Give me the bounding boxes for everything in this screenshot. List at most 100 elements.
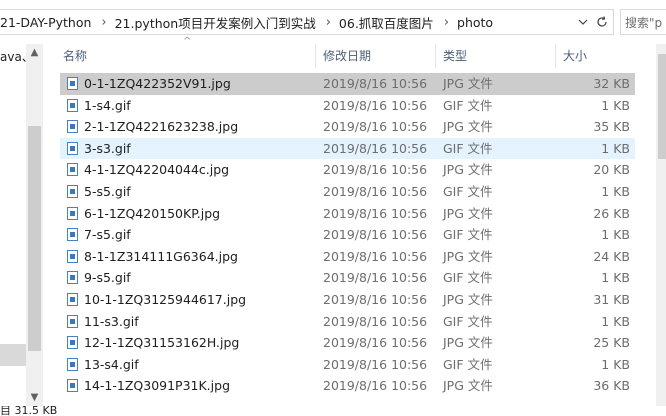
column-name[interactable]: 名称 bbox=[63, 44, 87, 68]
image-file-icon bbox=[67, 228, 78, 242]
image-file-icon bbox=[67, 77, 78, 90]
image-file-icon bbox=[67, 314, 78, 328]
file-name: 6-1-1ZQ420150KP.jpg bbox=[84, 205, 221, 221]
file-size: 32 KB bbox=[593, 76, 630, 91]
column-divider[interactable] bbox=[435, 44, 436, 68]
nav-selected-item[interactable] bbox=[0, 344, 26, 366]
file-row[interactable]: 1-s4.gif 2019/8/16 10:56 GIF 文件 1 KB bbox=[60, 95, 635, 117]
file-row[interactable]: 4-1-1ZQ42204044c.jpg 2019/8/16 10:56 JPG… bbox=[60, 159, 635, 181]
file-row[interactable]: 2-1-1ZQ4221623238.jpg 2019/8/16 10:56 JP… bbox=[60, 116, 635, 138]
status-bar: 目 31.5 KB bbox=[0, 406, 58, 416]
scroll-thumb[interactable] bbox=[658, 54, 666, 159]
file-name: 4-1-1ZQ42204044c.jpg bbox=[84, 162, 230, 178]
file-size: 20 KB bbox=[593, 162, 630, 178]
scroll-up-icon[interactable]: ▲ bbox=[26, 44, 43, 61]
column-divider[interactable] bbox=[315, 44, 316, 68]
navigation-pane: ava、 ▲ ▼ bbox=[0, 44, 45, 406]
file-row[interactable]: 14-1-1ZQ3091P31K.jpg 2019/8/16 10:56 JPG… bbox=[60, 375, 635, 397]
chevron-right-icon[interactable]: › bbox=[436, 15, 457, 30]
file-type: JPG 文件 bbox=[443, 378, 493, 394]
chevron-right-icon[interactable]: › bbox=[93, 15, 114, 30]
image-file-icon bbox=[67, 271, 78, 285]
column-divider[interactable] bbox=[555, 44, 556, 68]
file-type: JPG 文件 bbox=[443, 335, 493, 351]
file-size: 36 KB bbox=[593, 378, 630, 394]
file-list: 0-1-1ZQ422352V91.jpg 2019/8/16 10:56 JPG… bbox=[60, 73, 635, 397]
file-size: 25 KB bbox=[593, 335, 630, 351]
file-date: 2019/8/16 10:56 bbox=[323, 313, 428, 329]
file-name: 13-s4.gif bbox=[84, 356, 139, 372]
file-size: 24 KB bbox=[593, 248, 630, 264]
file-name: 5-s5.gif bbox=[84, 183, 131, 199]
file-row[interactable]: 3-s3.gif 2019/8/16 10:56 GIF 文件 1 KB bbox=[60, 137, 635, 160]
file-type: GIF 文件 bbox=[443, 183, 493, 199]
column-header: ^ 名称 修改日期 类型 大小 bbox=[52, 36, 656, 68]
file-size: 1 KB bbox=[601, 227, 630, 243]
refresh-icon[interactable] bbox=[593, 9, 611, 35]
chevron-right-icon[interactable]: › bbox=[318, 15, 339, 30]
file-list-scrollbar[interactable] bbox=[656, 44, 666, 406]
file-date: 2019/8/16 10:56 bbox=[323, 162, 428, 178]
address-bar: 21-DAY-Python › 21.python项目开发案例入门到实战 › 0… bbox=[0, 0, 666, 44]
file-row[interactable]: 13-s4.gif 2019/8/16 10:56 GIF 文件 1 KB bbox=[60, 354, 635, 376]
file-row[interactable]: 6-1-1ZQ420150KP.jpg 2019/8/16 10:56 JPG … bbox=[60, 203, 635, 225]
image-file-icon bbox=[67, 292, 78, 306]
breadcrumb-item[interactable]: photo bbox=[457, 15, 495, 30]
column-size[interactable]: 大小 bbox=[563, 44, 587, 68]
file-type: GIF 文件 bbox=[443, 313, 493, 329]
file-row[interactable]: 12-1-1ZQ31153162H.jpg 2019/8/16 10:56 JP… bbox=[60, 332, 635, 354]
file-date: 2019/8/16 10:56 bbox=[323, 205, 428, 221]
file-type: JPG 文件 bbox=[443, 119, 493, 135]
file-date: 2019/8/16 10:56 bbox=[323, 227, 428, 243]
file-row[interactable]: 11-s3.gif 2019/8/16 10:56 GIF 文件 1 KB bbox=[60, 311, 635, 333]
file-name: 10-1-1ZQ3125944617.jpg bbox=[84, 291, 247, 307]
file-name: 12-1-1ZQ31153162H.jpg bbox=[84, 335, 240, 351]
image-file-icon bbox=[67, 357, 78, 371]
file-size: 1 KB bbox=[601, 270, 630, 286]
file-size: 35 KB bbox=[593, 119, 630, 135]
file-size: 1 KB bbox=[601, 140, 630, 156]
search-input[interactable]: 搜索"p bbox=[620, 9, 666, 35]
sort-ascending-icon: ^ bbox=[183, 36, 192, 47]
image-file-icon bbox=[67, 379, 78, 393]
file-row[interactable]: 7-s5.gif 2019/8/16 10:56 GIF 文件 1 KB bbox=[60, 224, 635, 246]
file-type: JPG 文件 bbox=[443, 248, 493, 264]
chevron-down-icon[interactable] bbox=[574, 9, 592, 35]
file-size: 1 KB bbox=[601, 97, 630, 113]
image-file-icon bbox=[67, 336, 78, 350]
file-row[interactable]: 8-1-1Z314111G6364.jpg 2019/8/16 10:56 JP… bbox=[60, 246, 635, 268]
file-date: 2019/8/16 10:56 bbox=[323, 248, 428, 264]
file-name: 9-s5.gif bbox=[84, 270, 131, 286]
file-date: 2019/8/16 10:56 bbox=[323, 119, 428, 135]
file-row[interactable]: 10-1-1ZQ3125944617.jpg 2019/8/16 10:56 J… bbox=[60, 289, 635, 311]
file-type: JPG 文件 bbox=[443, 291, 493, 307]
file-date: 2019/8/16 10:56 bbox=[323, 356, 428, 372]
breadcrumb-item[interactable]: 06.抓取百度图片 bbox=[339, 13, 436, 32]
image-file-icon bbox=[67, 163, 78, 177]
file-size: 1 KB bbox=[601, 183, 630, 199]
file-row[interactable]: 5-s5.gif 2019/8/16 10:56 GIF 文件 1 KB bbox=[60, 181, 635, 203]
file-type: JPG 文件 bbox=[443, 76, 493, 91]
nav-scroll-thumb[interactable] bbox=[28, 126, 41, 351]
image-file-icon bbox=[67, 206, 78, 220]
file-type: GIF 文件 bbox=[443, 97, 493, 113]
file-size: 31 KB bbox=[593, 291, 630, 307]
file-row[interactable]: 0-1-1ZQ422352V91.jpg 2019/8/16 10:56 JPG… bbox=[60, 73, 635, 95]
file-name: 0-1-1ZQ422352V91.jpg bbox=[84, 76, 231, 91]
image-file-icon bbox=[67, 98, 78, 112]
file-type: JPG 文件 bbox=[443, 205, 493, 221]
file-row[interactable]: 9-s5.gif 2019/8/16 10:56 GIF 文件 1 KB bbox=[60, 267, 635, 289]
scroll-down-icon[interactable]: ▼ bbox=[26, 389, 43, 406]
column-type[interactable]: 类型 bbox=[443, 44, 467, 68]
file-type: JPG 文件 bbox=[443, 162, 493, 178]
breadcrumb[interactable]: 21-DAY-Python › 21.python项目开发案例入门到实战 › 0… bbox=[0, 9, 614, 35]
file-date: 2019/8/16 10:56 bbox=[323, 76, 428, 91]
file-name: 14-1-1ZQ3091P31K.jpg bbox=[84, 378, 231, 394]
image-file-icon bbox=[67, 120, 78, 134]
column-date[interactable]: 修改日期 bbox=[323, 44, 371, 68]
breadcrumb-item[interactable]: 21-DAY-Python bbox=[0, 15, 93, 30]
file-size: 26 KB bbox=[593, 205, 630, 221]
nav-scrollbar[interactable]: ▲ ▼ bbox=[26, 44, 43, 406]
image-file-icon bbox=[67, 184, 78, 198]
breadcrumb-item[interactable]: 21.python项目开发案例入门到实战 bbox=[115, 13, 318, 32]
